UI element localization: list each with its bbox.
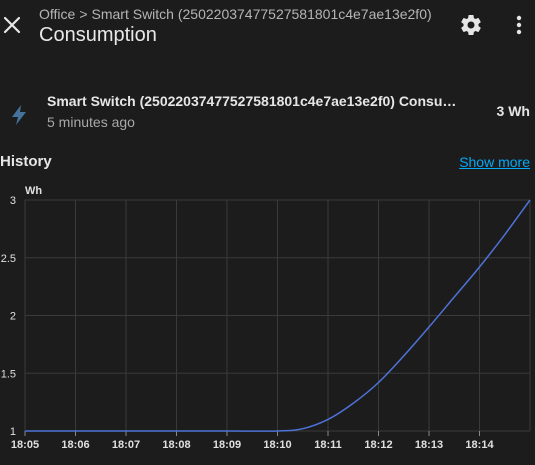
chart-x-ticks: 18:05 18:06 18:07 18:08 18:09 18:10 18:11 18:12…	[11, 439, 495, 451]
x-tick-label: 18:11	[314, 439, 342, 451]
entity-last-changed: 5 minutes ago	[47, 114, 135, 130]
breadcrumb-separator: >	[79, 6, 88, 22]
more-options-button[interactable]	[508, 12, 530, 38]
dots-vertical-icon	[516, 15, 522, 35]
x-tick-label: 18:12	[364, 439, 392, 451]
x-tick-label: 18:09	[213, 439, 241, 451]
x-tick-label: 18:13	[415, 439, 443, 451]
x-tick-label: 18:08	[162, 439, 190, 451]
x-tick-label: 18:06	[61, 439, 89, 451]
flash-icon	[12, 105, 26, 125]
x-tick-label: 18:05	[11, 439, 39, 451]
breadcrumb: Office > Smart Switch (25022037477527581…	[39, 6, 432, 22]
close-icon	[3, 16, 21, 34]
entity-name: Smart Switch (25022037477527581801c4e7ae…	[47, 93, 459, 109]
entity-state: 3 Wh	[496, 103, 530, 119]
close-button[interactable]	[0, 10, 24, 40]
y-tick-label: 1	[10, 426, 16, 438]
y-tick-label: 2.5	[1, 253, 16, 265]
x-tick-label: 18:07	[112, 439, 140, 451]
x-tick-label: 18:10	[263, 439, 291, 451]
chart-y-ticks: 1 1.5 2 2.5 3	[1, 195, 16, 438]
x-tick-label: 18:14	[465, 439, 494, 451]
history-title: History	[0, 153, 52, 170]
more-info-dialog: Office > Smart Switch (25022037477527581…	[0, 0, 535, 465]
y-tick-label: 1.5	[1, 368, 16, 380]
history-chart: 1 1.5 2 2.5 3 18:05 18:06 18:07 18:08 18:09 18:10…	[1, 185, 531, 451]
gear-icon	[461, 15, 481, 35]
show-more-link[interactable]: Show more	[459, 154, 530, 170]
page-title: Consumption	[39, 24, 157, 46]
chart-grid	[24, 199, 531, 436]
settings-button[interactable]	[458, 12, 484, 38]
y-tick-label: 3	[10, 195, 16, 207]
breadcrumb-device: Smart Switch (25022037477527581801c4e7ae…	[91, 6, 432, 22]
chart-y-axis-label: Wh	[25, 185, 42, 197]
entity-row[interactable]: Smart Switch (25022037477527581801c4e7ae…	[0, 88, 535, 140]
breadcrumb-area: Office	[39, 6, 76, 22]
y-tick-label: 2	[10, 311, 16, 323]
